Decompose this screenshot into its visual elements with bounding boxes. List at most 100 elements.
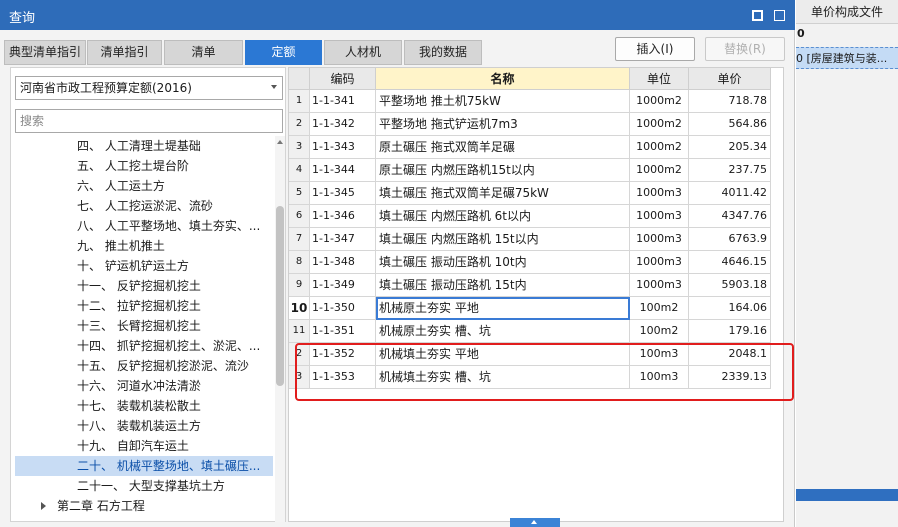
price-cell[interactable]: 564.86	[689, 113, 771, 136]
unit-cell[interactable]: 1000m2	[630, 90, 689, 113]
row-number[interactable]: 10	[289, 297, 310, 320]
code-cell[interactable]: 1-1-347	[310, 228, 376, 251]
table-row[interactable]: 6 1-1-346 填土碾压 内燃压路机 6t以内 1000m3 4347.76	[289, 205, 785, 228]
code-cell[interactable]: 1-1-345	[310, 182, 376, 205]
price-cell[interactable]: 718.78	[689, 90, 771, 113]
replace-button[interactable]: 替换(R)	[705, 37, 785, 61]
price-header[interactable]: 单价	[689, 68, 771, 90]
library-select[interactable]: 河南省市政工程预算定额(2016)	[15, 76, 283, 100]
price-cell[interactable]: 164.06	[689, 297, 771, 320]
tree-item[interactable]: 六、 人工运土方	[11, 176, 273, 196]
tree-chapter[interactable]: 第二章 石方工程	[11, 496, 273, 516]
tree-item[interactable]: 九、 推土机推土	[11, 236, 273, 256]
tab-labor-material-machine[interactable]: 人材机	[324, 40, 402, 65]
price-cell[interactable]: 179.16	[689, 320, 771, 343]
table-row[interactable]: 1 1-1-341 平整场地 推土机75kW 1000m2 718.78	[289, 90, 785, 113]
tab-my-data[interactable]: 我的数据	[404, 40, 482, 65]
tree-item[interactable]: 十九、 自卸汽车运土	[11, 436, 273, 456]
name-header[interactable]: 名称	[376, 68, 630, 90]
unit-cell[interactable]: 1000m3	[630, 182, 689, 205]
tree-item[interactable]: 四、 人工清理土堤基础	[11, 136, 273, 156]
tree-item[interactable]: 五、 人工挖土堤台阶	[11, 156, 273, 176]
tab-quota[interactable]: 定额	[245, 40, 322, 65]
unit-cell[interactable]: 1000m2	[630, 113, 689, 136]
table-row[interactable]: 11 1-1-351 机械原土夯实 槽、坑 100m2 179.16	[289, 320, 785, 343]
code-cell[interactable]: 1-1-350	[310, 297, 376, 320]
tab-list-guide[interactable]: 清单指引	[87, 40, 162, 65]
tab-typical-list-guide[interactable]: 典型清单指引	[4, 40, 86, 65]
name-cell[interactable]: 填土碾压 拖式双筒羊足碾75kW	[376, 182, 630, 205]
restore-icon[interactable]	[747, 6, 765, 24]
code-cell[interactable]: 1-1-349	[310, 274, 376, 297]
price-cell[interactable]: 205.34	[689, 136, 771, 159]
row-number[interactable]: 4	[289, 159, 310, 182]
unit-cell[interactable]: 1000m3	[630, 251, 689, 274]
table-row[interactable]: 5 1-1-345 填土碾压 拖式双筒羊足碾75kW 1000m3 4011.42	[289, 182, 785, 205]
tree-item[interactable]: 十、 铲运机铲运土方	[11, 256, 273, 276]
name-cell[interactable]: 原土碾压 拖式双筒羊足碾	[376, 136, 630, 159]
row-number[interactable]: 6	[289, 205, 310, 228]
insert-button[interactable]: 插入(I)	[615, 37, 695, 61]
name-cell[interactable]: 机械原土夯实 平地	[376, 297, 630, 320]
code-cell[interactable]: 1-1-342	[310, 113, 376, 136]
grid-scroll-handle[interactable]	[510, 518, 560, 527]
tree-item[interactable]: 十七、 装载机装松散土	[11, 396, 273, 416]
tree-item[interactable]: 十二、 拉铲挖掘机挖土	[11, 296, 273, 316]
name-cell[interactable]: 平整场地 推土机75kW	[376, 90, 630, 113]
name-cell[interactable]: 填土碾压 振动压路机 10t内	[376, 251, 630, 274]
name-cell[interactable]: 填土碾压 内燃压路机 6t以内	[376, 205, 630, 228]
code-cell[interactable]: 1-1-343	[310, 136, 376, 159]
price-cell[interactable]: 237.75	[689, 159, 771, 182]
tree-item[interactable]: 十一、 反铲挖掘机挖土	[11, 276, 273, 296]
search-input[interactable]: 搜索	[15, 109, 283, 133]
table-row[interactable]: 7 1-1-347 填土碾压 内燃压路机 15t以内 1000m3 6763.9	[289, 228, 785, 251]
name-cell[interactable]: 平整场地 拖式铲运机7m3	[376, 113, 630, 136]
code-cell[interactable]: 1-1-346	[310, 205, 376, 228]
price-cell[interactable]: 4646.15	[689, 251, 771, 274]
code-cell[interactable]: 1-1-341	[310, 90, 376, 113]
table-row[interactable]: 2 1-1-342 平整场地 拖式铲运机7m3 1000m2 564.86	[289, 113, 785, 136]
tree-item[interactable]: 十六、 河道水冲法清淤	[11, 376, 273, 396]
name-cell[interactable]: 机械原土夯实 槽、坑	[376, 320, 630, 343]
table-row[interactable]: 8 1-1-348 填土碾压 振动压路机 10t内 1000m3 4646.15	[289, 251, 785, 274]
maximize-icon[interactable]	[770, 6, 788, 24]
unit-cell[interactable]: 1000m3	[630, 228, 689, 251]
name-cell[interactable]: 填土碾压 内燃压路机 15t以内	[376, 228, 630, 251]
row-number[interactable]: 2	[289, 113, 310, 136]
tree-item[interactable]: 十三、 长臂挖掘机挖土	[11, 316, 273, 336]
price-cell[interactable]: 4347.76	[689, 205, 771, 228]
unit-cell[interactable]: 100m2	[630, 297, 689, 320]
code-cell[interactable]: 1-1-348	[310, 251, 376, 274]
price-cell[interactable]: 6763.9	[689, 228, 771, 251]
row-number[interactable]: 1	[289, 90, 310, 113]
row-number[interactable]: 5	[289, 182, 310, 205]
table-row[interactable]: 4 1-1-344 原土碾压 内燃压路机15t以内 1000m2 237.75	[289, 159, 785, 182]
row-number[interactable]: 8	[289, 251, 310, 274]
unit-header[interactable]: 单位	[630, 68, 689, 90]
price-cell[interactable]: 5903.18	[689, 274, 771, 297]
scroll-thumb[interactable]	[276, 206, 284, 386]
table-row[interactable]: 9 1-1-349 填土碾压 振动压路机 15t内 1000m3 5903.18	[289, 274, 785, 297]
row-number[interactable]: 3	[289, 136, 310, 159]
expand-caret-icon[interactable]	[41, 502, 46, 510]
row-number[interactable]: 7	[289, 228, 310, 251]
unit-cell[interactable]: 1000m2	[630, 159, 689, 182]
price-cell[interactable]: 4011.42	[689, 182, 771, 205]
code-cell[interactable]: 1-1-351	[310, 320, 376, 343]
unit-cell[interactable]: 1000m2	[630, 136, 689, 159]
tree-scrollbar[interactable]	[275, 136, 285, 522]
unit-cell[interactable]: 1000m3	[630, 205, 689, 228]
scroll-up-icon[interactable]	[531, 520, 537, 524]
scroll-up-icon[interactable]	[277, 140, 283, 144]
row-number[interactable]: 9	[289, 274, 310, 297]
code-header[interactable]: 编码	[310, 68, 376, 90]
tab-list[interactable]: 清单	[164, 40, 243, 65]
tree-item[interactable]: 十五、 反铲挖掘机挖淤泥、流沙	[11, 356, 273, 376]
name-cell[interactable]: 原土碾压 内燃压路机15t以内	[376, 159, 630, 182]
code-cell[interactable]: 1-1-344	[310, 159, 376, 182]
tree-item[interactable]: 十四、 抓铲挖掘机挖土、淤泥、...	[11, 336, 273, 356]
tree-item[interactable]: 八、 人工平整场地、填土夯实、...	[11, 216, 273, 236]
tree-item[interactable]: 七、 人工挖运淤泥、流砂	[11, 196, 273, 216]
table-row[interactable]: 3 1-1-343 原土碾压 拖式双筒羊足碾 1000m2 205.34	[289, 136, 785, 159]
tree-item-selected[interactable]: 二十、 机械平整场地、填土碾压...	[15, 456, 273, 476]
